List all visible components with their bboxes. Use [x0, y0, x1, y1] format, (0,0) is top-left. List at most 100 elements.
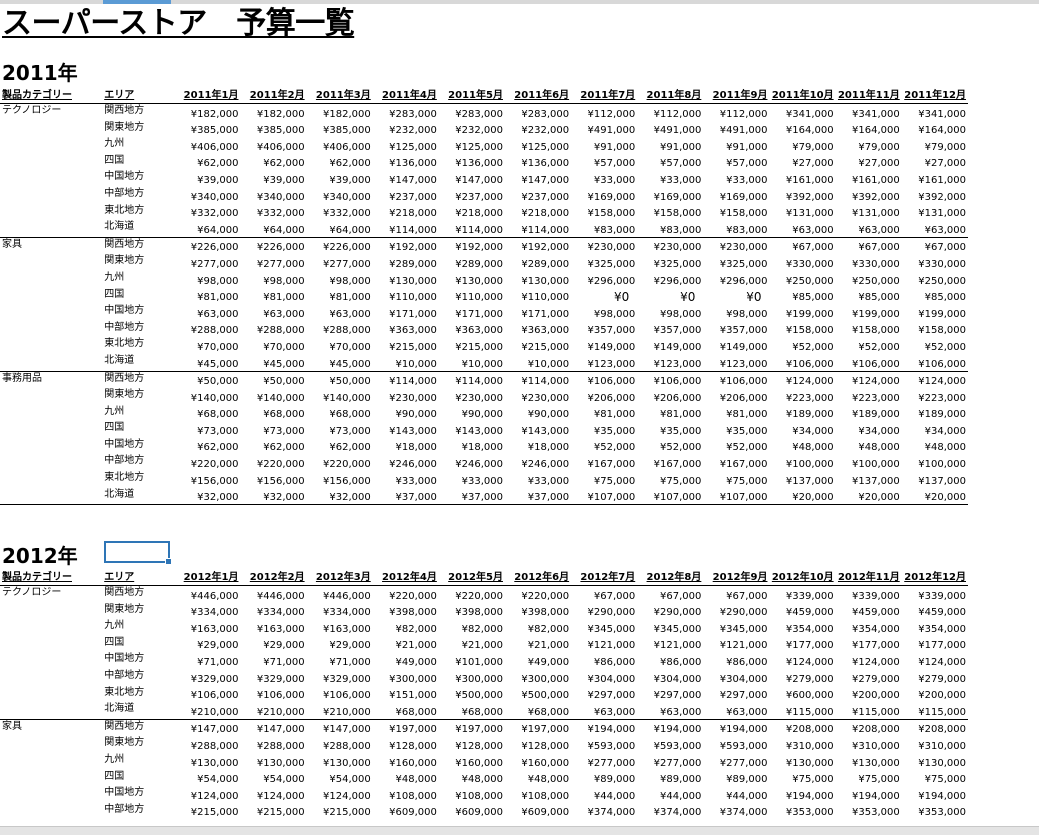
budget-cell[interactable]: ¥130,000 [307, 753, 373, 770]
category-cell[interactable]: テクノロジー [0, 586, 102, 603]
budget-cell[interactable]: ¥354,000 [836, 619, 902, 636]
header-month[interactable]: 2012年10月 [769, 570, 836, 586]
category-cell[interactable] [0, 337, 102, 354]
budget-cell[interactable]: ¥220,000 [240, 454, 306, 471]
budget-cell[interactable]: ¥167,000 [703, 454, 769, 471]
budget-cell[interactable]: ¥34,000 [836, 421, 902, 438]
budget-cell[interactable]: ¥110,000 [505, 288, 571, 305]
budget-cell[interactable]: ¥246,000 [373, 454, 439, 471]
budget-cell[interactable]: ¥177,000 [769, 636, 835, 653]
category-cell[interactable] [0, 137, 102, 154]
area-cell[interactable]: 九州 [102, 753, 174, 770]
budget-cell[interactable]: ¥220,000 [174, 454, 240, 471]
budget-cell[interactable]: ¥340,000 [174, 187, 240, 204]
budget-cell[interactable]: ¥297,000 [571, 686, 637, 703]
budget-cell[interactable]: ¥161,000 [769, 170, 835, 187]
budget-cell[interactable]: ¥75,000 [637, 471, 703, 488]
budget-cell[interactable]: ¥491,000 [637, 121, 703, 138]
budget-cell[interactable]: ¥459,000 [769, 603, 835, 620]
budget-cell[interactable]: ¥33,000 [373, 471, 439, 488]
budget-cell[interactable]: ¥68,000 [307, 405, 373, 422]
category-cell[interactable] [0, 220, 103, 238]
budget-cell[interactable]: ¥10,000 [372, 353, 439, 372]
budget-cell[interactable]: ¥52,000 [902, 337, 968, 354]
area-cell[interactable]: 関東地方 [102, 254, 174, 271]
budget-cell[interactable]: ¥82,000 [439, 619, 505, 636]
area-cell[interactable]: 関東地方 [102, 736, 174, 753]
budget-cell[interactable]: ¥85,000 [769, 288, 835, 305]
category-cell[interactable] [0, 603, 102, 620]
budget-cell[interactable]: ¥232,000 [505, 121, 571, 138]
budget-cell[interactable]: ¥18,000 [373, 438, 439, 455]
budget-cell[interactable]: ¥160,000 [439, 753, 505, 770]
budget-cell[interactable]: ¥491,000 [703, 121, 769, 138]
budget-cell[interactable]: ¥52,000 [769, 337, 835, 354]
budget-cell[interactable]: ¥161,000 [836, 170, 902, 187]
header-month[interactable]: 2011年2月 [240, 88, 307, 104]
budget-cell[interactable]: ¥215,000 [174, 803, 240, 820]
budget-cell[interactable]: ¥136,000 [505, 154, 571, 171]
category-cell[interactable] [0, 636, 102, 653]
budget-cell[interactable]: ¥81,000 [174, 288, 240, 305]
budget-cell[interactable]: ¥62,000 [240, 438, 306, 455]
budget-cell[interactable]: ¥297,000 [637, 686, 703, 703]
budget-cell[interactable]: ¥332,000 [307, 204, 373, 221]
budget-cell[interactable]: ¥304,000 [703, 669, 769, 686]
budget-cell[interactable]: ¥85,000 [836, 288, 902, 305]
budget-cell[interactable]: ¥459,000 [902, 603, 968, 620]
area-cell[interactable]: 四国 [102, 636, 174, 653]
budget-cell[interactable]: ¥89,000 [637, 770, 703, 787]
budget-cell[interactable]: ¥75,000 [902, 770, 968, 787]
budget-cell[interactable]: ¥70,000 [240, 337, 306, 354]
budget-cell[interactable]: ¥226,000 [307, 237, 373, 254]
budget-cell[interactable]: ¥106,000 [637, 371, 703, 388]
budget-cell[interactable]: ¥114,000 [373, 371, 439, 388]
budget-cell[interactable]: ¥73,000 [307, 421, 373, 438]
category-cell[interactable] [0, 204, 102, 221]
budget-cell[interactable]: ¥121,000 [703, 636, 769, 653]
category-cell[interactable] [0, 652, 102, 669]
header-category[interactable]: 製品カテゴリー [0, 570, 103, 586]
budget-cell[interactable]: ¥54,000 [174, 770, 240, 787]
budget-cell[interactable]: ¥300,000 [505, 669, 571, 686]
category-cell[interactable] [0, 421, 102, 438]
budget-cell[interactable]: ¥288,000 [240, 321, 306, 338]
budget-cell[interactable]: ¥115,000 [901, 702, 968, 720]
budget-cell[interactable]: ¥52,000 [703, 438, 769, 455]
budget-cell[interactable]: ¥279,000 [769, 669, 835, 686]
budget-cell[interactable]: ¥67,000 [836, 237, 902, 254]
budget-cell[interactable]: ¥220,000 [307, 454, 373, 471]
category-cell[interactable] [0, 121, 102, 138]
budget-cell[interactable]: ¥230,000 [505, 388, 571, 405]
budget-cell[interactable]: ¥75,000 [769, 770, 835, 787]
budget-cell[interactable]: ¥130,000 [902, 753, 968, 770]
budget-cell[interactable]: ¥329,000 [240, 669, 306, 686]
budget-cell[interactable]: ¥206,000 [571, 388, 637, 405]
budget-cell[interactable]: ¥332,000 [174, 204, 240, 221]
budget-cell[interactable]: ¥192,000 [373, 237, 439, 254]
area-cell[interactable]: 中国地方 [102, 652, 174, 669]
budget-cell[interactable]: ¥177,000 [902, 636, 968, 653]
budget-cell[interactable]: ¥215,000 [439, 337, 505, 354]
budget-cell[interactable]: ¥44,000 [571, 786, 637, 803]
header-area[interactable]: エリア [102, 570, 175, 586]
budget-cell[interactable]: ¥199,000 [769, 304, 835, 321]
budget-cell[interactable]: ¥158,000 [836, 321, 902, 338]
header-month[interactable]: 2011年8月 [637, 88, 704, 104]
area-cell[interactable]: 東北地方 [102, 686, 174, 703]
budget-cell[interactable]: ¥223,000 [769, 388, 835, 405]
budget-cell[interactable]: ¥106,000 [571, 371, 637, 388]
budget-cell[interactable]: ¥277,000 [174, 254, 240, 271]
budget-cell[interactable]: ¥89,000 [571, 770, 637, 787]
area-cell[interactable]: 中国地方 [102, 170, 174, 187]
budget-cell[interactable]: ¥100,000 [836, 454, 902, 471]
budget-cell[interactable]: ¥158,000 [571, 204, 637, 221]
budget-cell[interactable]: ¥86,000 [571, 652, 637, 669]
budget-cell[interactable]: ¥237,000 [505, 187, 571, 204]
budget-cell[interactable]: ¥392,000 [836, 187, 902, 204]
budget-cell[interactable]: ¥277,000 [307, 254, 373, 271]
area-cell[interactable]: 中部地方 [102, 321, 174, 338]
budget-cell[interactable]: ¥54,000 [240, 770, 306, 787]
area-cell[interactable]: 北海道 [102, 702, 175, 720]
budget-cell[interactable]: ¥128,000 [439, 736, 505, 753]
